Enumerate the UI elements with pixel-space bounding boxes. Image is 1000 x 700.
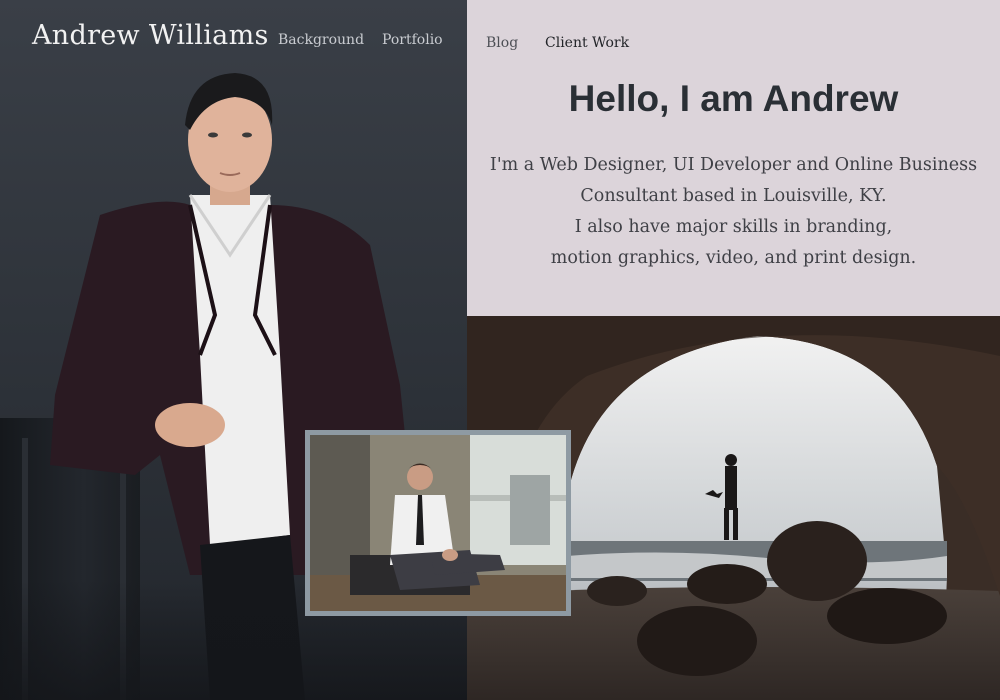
bio-line: I'm a Web Designer, UI Developer and Onl… — [489, 155, 978, 175]
inset-scene — [310, 435, 566, 611]
intro-bio: I'm a Web Designer, UI Developer and Onl… — [467, 150, 1000, 274]
inset-photo — [310, 435, 566, 611]
bio-line: Consultant based in Louisville, KY. — [580, 186, 887, 206]
nav-link-background[interactable]: Background — [278, 32, 364, 48]
nav-link-portfolio[interactable]: Portfolio — [382, 32, 443, 48]
nav-link-blog[interactable]: Blog — [486, 35, 518, 51]
nav-link-client-work[interactable]: Client Work — [545, 35, 629, 51]
intro-headline: Hello, I am Andrew — [568, 78, 899, 119]
bio-line: motion graphics, video, and print design… — [550, 248, 917, 268]
inset-photo-frame — [305, 430, 571, 616]
bio-line: I also have major skills in branding, — [574, 217, 893, 237]
site-brand[interactable]: Andrew Williams — [32, 20, 269, 51]
